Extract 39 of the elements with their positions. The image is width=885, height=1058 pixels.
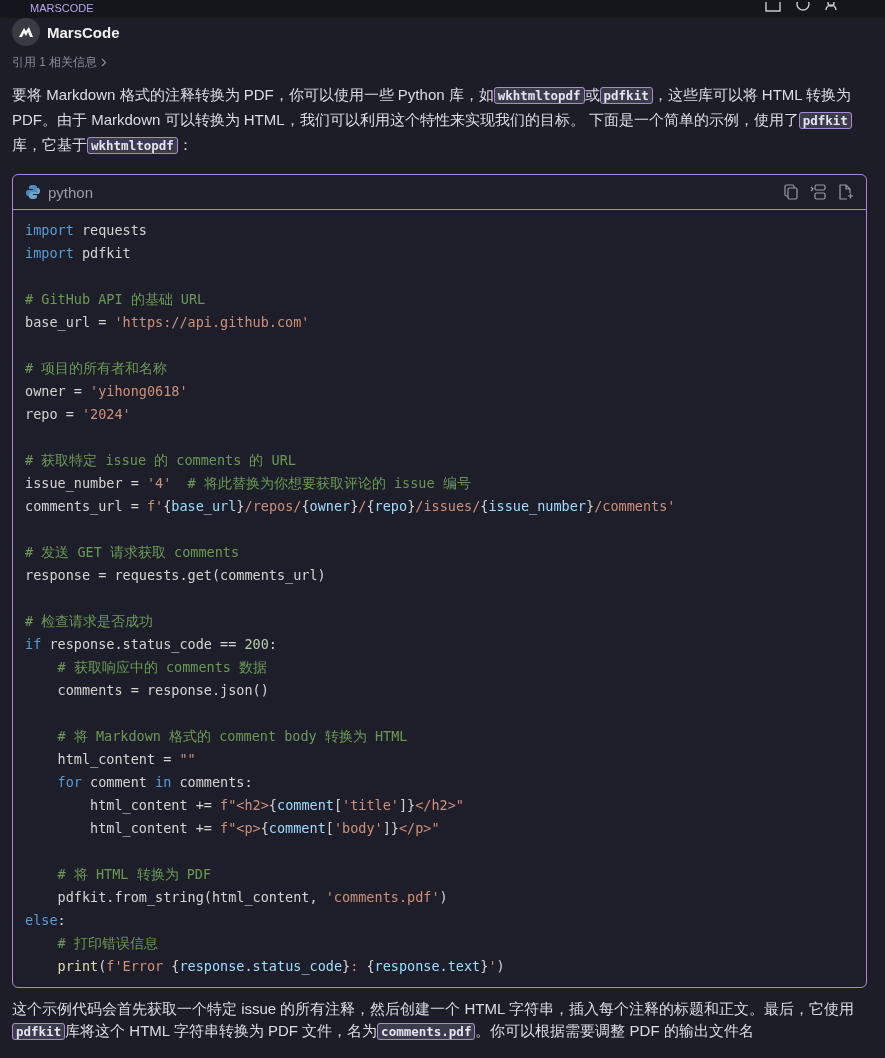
code-line: print(f'Error {response.status_code}: {response.text}') [56, 957, 506, 977]
code-line: import pdfkit [25, 244, 132, 263]
code-line: # 将 Markdown 格式的 comment body 转换为 HTML [56, 727, 409, 746]
code-line: else: [25, 911, 67, 930]
code-line: response = requests.get(comments_url) [25, 566, 327, 586]
code-line: html_content += f"<h2>{comment['title']}</h2>" [89, 796, 465, 816]
insert-icon[interactable] [810, 184, 826, 200]
panel-icon[interactable] [765, 2, 781, 12]
logo-icon [12, 18, 40, 46]
code-line: # GitHub API 的基础 URL [25, 290, 207, 309]
code-line: # 打印错误信息 [56, 934, 159, 953]
author-name: MarsCode [47, 23, 120, 41]
answer-paragraph: 要将 Markdown 格式的注释转换为 PDF，你可以使用一些 Python 库，如 wkhtmltopdf 或 pdfkit ，这些库可以将 HTML 转换为 PDF。由于 Markdown 可以转换为 HTML，我们可以利用这个特性来实现我们的目标。 下面是一个简单的示例，使用了 pdfkit 库，它基于 wkhtmltopdf ： [12, 85, 853, 156]
code-line: for comment in comments: [56, 773, 254, 792]
code-line: # 获取特定 issue 的 comments 的 URL [25, 451, 297, 470]
code-line: html_content = "" [56, 750, 197, 770]
code-line: issue_number = '4' # 将此替换为你想要获取评论的 issue 编号 [25, 474, 472, 494]
code-line: # 项目的所有者和名称 [25, 359, 169, 378]
code-line: if response.status_code == 200: [25, 635, 278, 655]
app-title: MARSCODE [30, 2, 94, 14]
code-line: html_content += f"<p>{comment['body']}</p>" [89, 819, 441, 839]
code-line: repo = '2024' [25, 405, 132, 424]
code-line: # 将 HTML 转换为 PDF [56, 865, 213, 884]
copy-icon[interactable] [784, 184, 798, 200]
code-line: comments = response.json() [56, 681, 270, 700]
code-line: # 检查请求是否成功 [25, 612, 155, 631]
new-file-icon[interactable] [838, 184, 854, 200]
code-line: # 获取响应中的 comments 数据 [56, 658, 269, 677]
code-line: owner = 'yihong0618' [25, 382, 189, 401]
chevron-icon [101, 58, 108, 67]
code-line: import requests [25, 221, 148, 240]
code-line: comments_url = f'{base_url}/repos/{owner}/{repo}/issues/{issue_number}/comments' [25, 497, 677, 517]
language-label: python [48, 183, 94, 201]
code-line: base_url = 'https://api.github.com' [25, 313, 311, 333]
code-line: # 发送 GET 请求获取 comments [25, 543, 241, 562]
python-icon [25, 184, 41, 200]
references-link[interactable]: 引用 1 相关信息 [12, 54, 108, 71]
code-line: pdfkit.from_string(html_content, 'comments.pdf') [56, 888, 449, 908]
answer-paragraph: 这个示例代码会首先获取一个特定 issue 的所有注释，然后创建一个 HTML 字符串，插入每个注释的标题和正文。最后，它使用 pdfkit 库将这个 HTML 字符串转换为 PDF 文件，名为 comments.pdf 。你可以根据需要调整 PDF 的输出文件名 [12, 999, 855, 1042]
